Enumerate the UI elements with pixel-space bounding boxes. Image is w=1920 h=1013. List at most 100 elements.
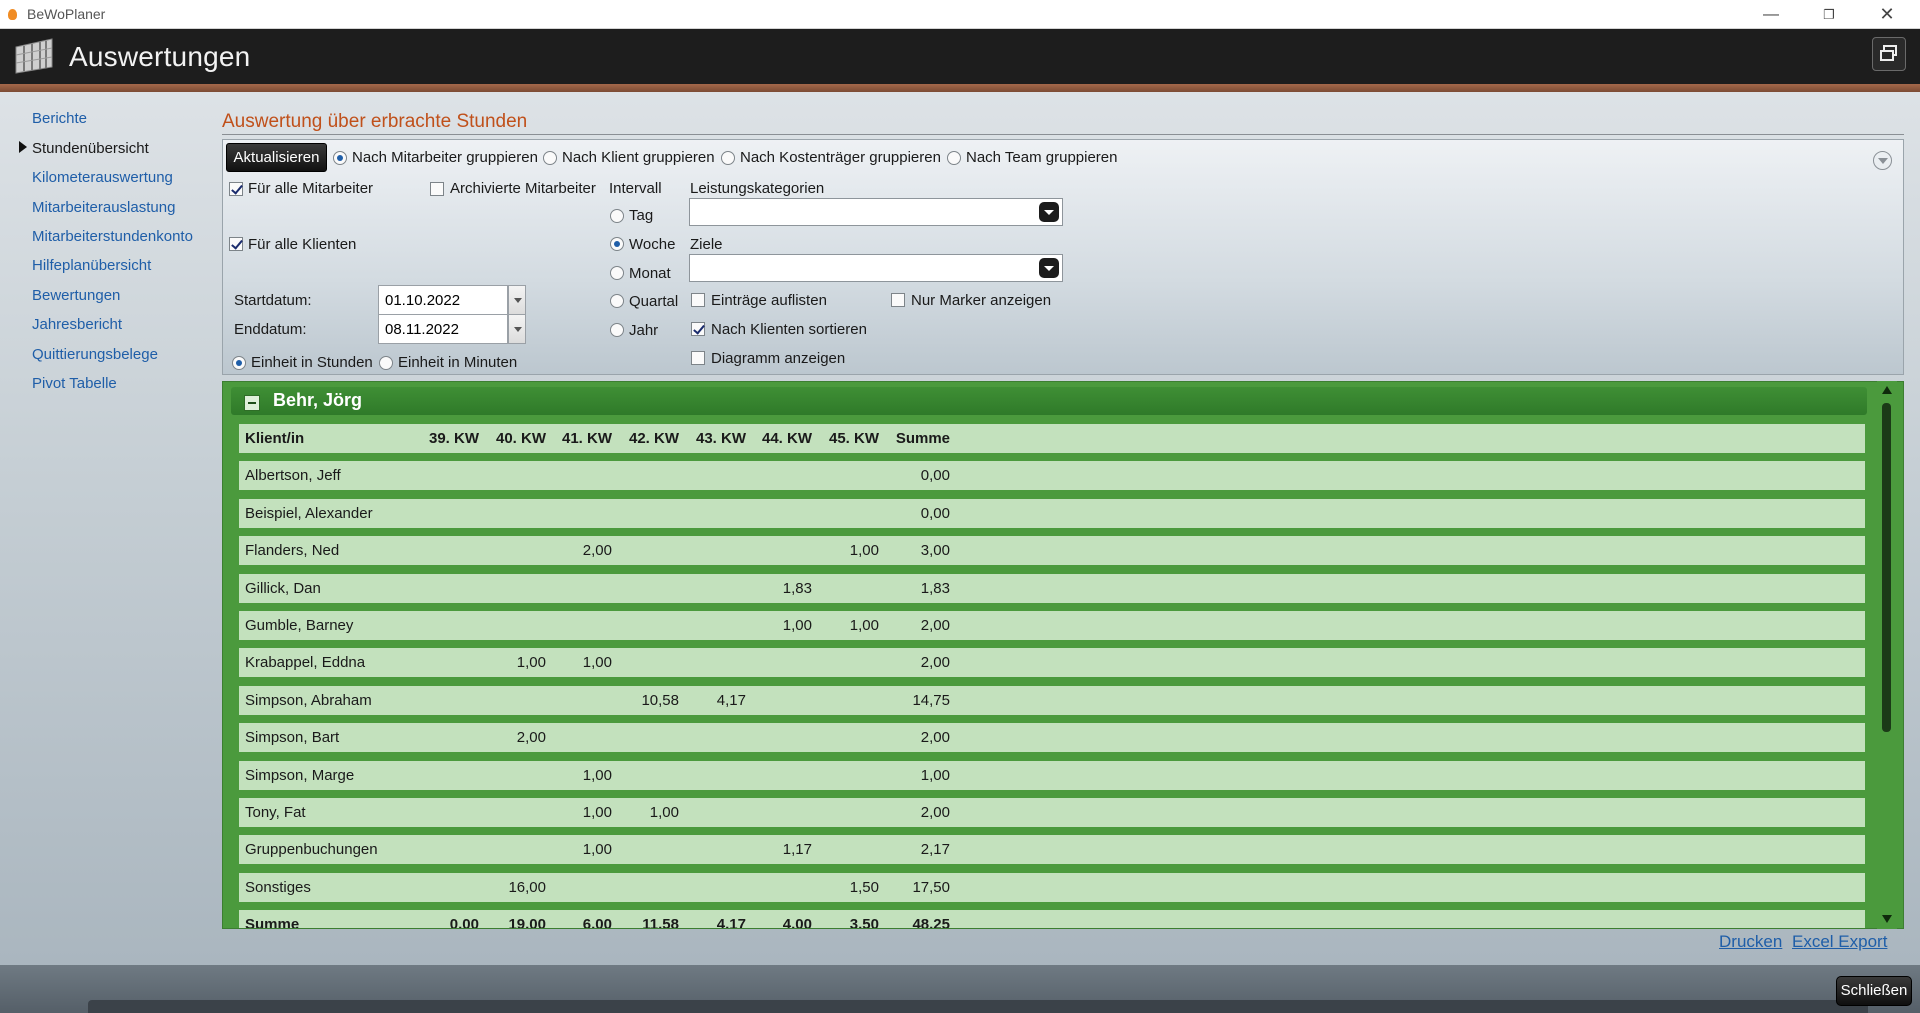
column-header[interactable]: 40. KW (476, 430, 546, 447)
table-cell-value: 14,75 (912, 691, 950, 709)
goals-dropdown-icon[interactable] (1039, 258, 1059, 278)
table-cell-value: 11,58 (642, 916, 679, 929)
app-header: Auswertungen (0, 29, 1920, 84)
archived-employees-checkbox[interactable] (430, 182, 444, 196)
table-cell-name: Simpson, Bart (245, 729, 340, 747)
collapse-minus-icon[interactable] (244, 395, 260, 411)
scroll-thumb[interactable] (1882, 403, 1891, 732)
table-row[interactable]: Gumble, Barney 1,00 1,00 2,00 (239, 611, 1865, 640)
table-row[interactable]: Sonstiges 16,00 1,50 17,50 (239, 872, 1865, 902)
column-header[interactable]: 43. KW (676, 430, 746, 447)
group-by-employee-radio[interactable] (333, 151, 347, 165)
group-by-payer-label: Nach Kostenträger gruppieren (740, 149, 941, 166)
table-cell-name: Summe (245, 916, 300, 929)
interval-week-radio[interactable] (610, 237, 624, 251)
interval-month-radio[interactable] (610, 266, 624, 280)
sidebar-item-stundenuebersicht[interactable]: Stundenübersicht (32, 140, 149, 157)
table-cell-value: 10,58 (641, 691, 679, 709)
group-header[interactable]: Behr, Jörg (231, 387, 1867, 415)
interval-year-label: Jahr (629, 322, 659, 339)
table-cell-value: 2,00 (920, 804, 950, 821)
show-chart-label: Diagramm anzeigen (711, 350, 846, 367)
refresh-button[interactable]: Aktualisieren (226, 143, 327, 172)
categories-dropdown-icon[interactable] (1039, 202, 1059, 222)
table-row[interactable]: Beispiel, Alexander 0,00 (239, 498, 1865, 528)
table-row[interactable]: Albertson, Jeff 0,00 (239, 461, 1865, 491)
sort-by-clients-checkbox[interactable] (691, 322, 705, 336)
table-row[interactable]: Simpson, Bart 2,00 2,00 (239, 723, 1865, 753)
interval-quarter-radio[interactable] (610, 294, 624, 308)
sidebar-item-mitarbeiterauslastung[interactable]: Mitarbeiterauslastung (32, 199, 175, 216)
column-header[interactable]: 41. KW (542, 430, 612, 447)
group-by-team-radio[interactable] (947, 151, 961, 165)
end-date-dropdown-icon[interactable] (508, 314, 526, 344)
sidebar-item-mitarbeiterstundenkonto[interactable]: Mitarbeiterstundenkonto (32, 228, 193, 245)
window-restore-button[interactable] (1872, 37, 1906, 71)
all-employees-checkbox[interactable] (229, 182, 243, 196)
column-header[interactable]: 45. KW (809, 430, 879, 447)
sidebar-item-hilfeplanuebersicht[interactable]: Hilfeplanübersicht (32, 257, 151, 274)
interval-year-radio[interactable] (610, 323, 624, 337)
goals-select[interactable] (689, 254, 1063, 282)
group-by-client-radio[interactable] (543, 151, 557, 165)
table-cell-value: 2,00 (516, 729, 546, 747)
close-button[interactable]: Schließen (1836, 976, 1912, 1006)
table-row[interactable]: Simpson, Marge 1,00 1,00 (239, 760, 1865, 790)
list-entries-checkbox[interactable] (691, 293, 705, 307)
sidebar-item-quittierungsbelege[interactable]: Quittierungsbelege (32, 346, 158, 363)
start-date-dropdown-icon[interactable] (508, 285, 526, 315)
table-cell-value: 2,17 (920, 841, 950, 859)
maximize-icon[interactable]: ❐ (1806, 0, 1852, 29)
table-row[interactable]: Gruppenbuchungen 1,00 1,17 2,17 (239, 835, 1865, 865)
table-cell-value: 1,00 (849, 617, 879, 634)
sort-by-clients-label: Nach Klienten sortieren (711, 321, 867, 338)
scroll-down-icon[interactable] (1882, 915, 1892, 923)
scroll-up-icon[interactable] (1882, 386, 1892, 394)
table-cell-value: 3,00 (920, 542, 950, 560)
table-cell-value: 48,25 (912, 916, 950, 929)
sidebar-item-pivot-tabelle[interactable]: Pivot Tabelle (32, 375, 117, 392)
start-date-label: Startdatum: (234, 292, 312, 309)
collapse-filter-icon[interactable] (1873, 151, 1892, 170)
unit-hours-radio[interactable] (232, 356, 246, 370)
categories-select[interactable] (689, 198, 1063, 226)
results-scrollbar[interactable] (1877, 381, 1897, 929)
print-link[interactable]: Drucken (1719, 932, 1782, 952)
start-date-input[interactable] (378, 285, 508, 315)
minimize-icon[interactable]: — (1748, 0, 1794, 29)
sidebar-item-bewertungen[interactable]: Bewertungen (32, 287, 120, 304)
table-cell-name: Flanders, Ned (245, 542, 340, 560)
table-sum-row[interactable]: Summe 0,00 19,00 6,00 11,58 4,17 4,00 3,50 48,25 (239, 910, 1865, 929)
window-title: BeWoPlaner (27, 6, 106, 22)
column-header[interactable]: Summe (880, 430, 950, 447)
table-row[interactable]: Gillick, Dan 1,83 1,83 (239, 573, 1865, 603)
column-header[interactable]: 39. KW (409, 430, 479, 447)
table-row[interactable]: Simpson, Abraham 10,58 4,17 14,75 (239, 685, 1865, 715)
table-row[interactable]: Tony, Fat 1,00 1,00 2,00 (239, 798, 1865, 827)
group-by-employee-label: Nach Mitarbeiter gruppieren (352, 149, 538, 166)
excel-export-link[interactable]: Excel Export (1792, 932, 1887, 952)
planner-logo-icon (15, 38, 53, 74)
end-date-input[interactable] (378, 314, 508, 344)
group-by-payer-radio[interactable] (721, 151, 735, 165)
close-icon[interactable]: ✕ (1864, 0, 1910, 29)
sidebar-item-jahresbericht[interactable]: Jahresbericht (32, 316, 122, 333)
table-row[interactable]: Flanders, Ned 2,00 1,00 3,00 (239, 536, 1865, 566)
bottom-bar (0, 965, 1920, 1013)
app-icon (8, 9, 17, 20)
column-header[interactable]: 42. KW (609, 430, 679, 447)
table-cell-value: 3,50 (849, 916, 879, 929)
markers-only-checkbox[interactable] (891, 293, 905, 307)
active-arrow-icon (19, 141, 27, 153)
table-row[interactable]: Krabappel, Eddna 1,00 1,00 2,00 (239, 648, 1865, 678)
show-chart-checkbox[interactable] (691, 351, 705, 365)
interval-day-radio[interactable] (610, 209, 624, 223)
unit-minutes-radio[interactable] (379, 356, 393, 370)
table-cell-value: 1,00 (920, 766, 950, 784)
column-header[interactable]: 44. KW (742, 430, 812, 447)
sidebar-item-kilometerauswertung[interactable]: Kilometerauswertung (32, 169, 173, 186)
table-cell-value: 4,17 (716, 916, 746, 929)
all-clients-checkbox[interactable] (229, 237, 243, 251)
sidebar-item-berichte[interactable]: Berichte (32, 110, 87, 127)
column-header[interactable]: Klient/in (245, 430, 304, 447)
